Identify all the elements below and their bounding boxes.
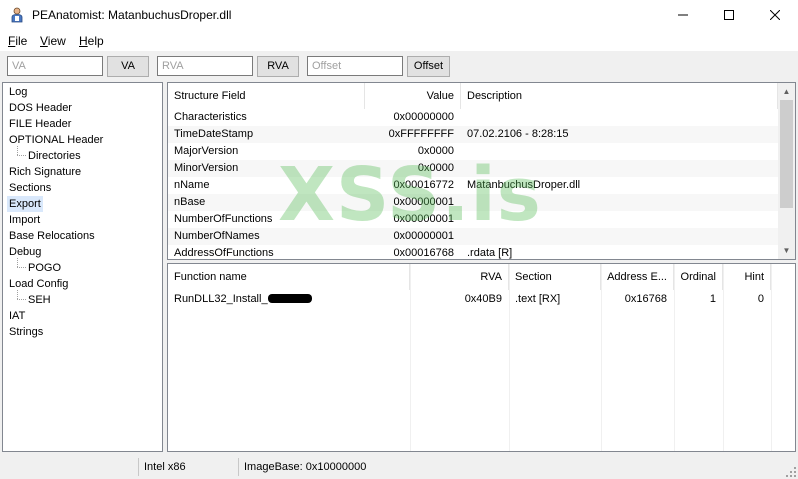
- close-icon: [770, 10, 780, 20]
- scroll-up-icon[interactable]: ▲: [778, 83, 795, 100]
- offset-input[interactable]: Offset: [307, 56, 403, 76]
- table-row[interactable]: nBase 0x00000001: [168, 194, 778, 211]
- column-header-section[interactable]: Section: [509, 264, 601, 290]
- tree-connector: [17, 146, 18, 155]
- redaction-mark: [267, 294, 312, 303]
- table-row[interactable]: Characteristics 0x00000000: [168, 109, 778, 126]
- menu-file[interactable]: File: [8, 34, 27, 48]
- table-row[interactable]: TimeDateStamp 0xFFFFFFFF 07.02.2106 - 8:…: [168, 126, 778, 143]
- column-header-address[interactable]: Address E...: [601, 264, 674, 290]
- menu-view[interactable]: View: [40, 34, 66, 48]
- table-row[interactable]: MajorVersion 0x0000: [168, 143, 778, 160]
- function-name: RunDLL32_Install_: [174, 293, 268, 305]
- column-header-value[interactable]: Value: [365, 83, 461, 109]
- tree-item-dos-header[interactable]: DOS Header: [7, 100, 74, 116]
- tree-item-optional-header[interactable]: OPTIONAL Header: [7, 132, 105, 148]
- tree-item-seh[interactable]: SEH: [26, 292, 53, 308]
- scroll-down-icon[interactable]: ▼: [778, 242, 795, 259]
- tree-connector: [17, 155, 26, 156]
- tree-item-log[interactable]: Log: [7, 84, 29, 100]
- function-hint: 0: [757, 293, 764, 305]
- tree-item-import[interactable]: Import: [7, 212, 42, 228]
- offset-button[interactable]: Offset: [407, 56, 450, 77]
- tree-item-base-relocations[interactable]: Base Relocations: [7, 228, 97, 244]
- function-ordinal: 1: [709, 293, 716, 305]
- column-header-hint[interactable]: Hint: [723, 264, 771, 290]
- resize-grip-icon[interactable]: [786, 467, 796, 477]
- tree-item-sections[interactable]: Sections: [7, 180, 53, 196]
- window-title: PEAnatomist: MatanbuchusDroper.dll: [32, 8, 232, 22]
- tree-item-strings[interactable]: Strings: [7, 324, 45, 340]
- structure-tree[interactable]: Log DOS Header FILE Header OPTIONAL Head…: [2, 82, 163, 452]
- table-row[interactable]: MinorVersion 0x0000: [168, 160, 778, 177]
- status-bar: Intel x86 ImageBase: 0x10000000: [0, 455, 798, 479]
- minimize-icon: [678, 14, 688, 16]
- maximize-icon: [724, 10, 734, 20]
- minimize-button[interactable]: [660, 0, 706, 30]
- address-toolbar: VA VA RVA RVA Offset Offset: [0, 51, 798, 81]
- rva-input[interactable]: RVA: [157, 56, 253, 76]
- column-header-structure-field[interactable]: Structure Field: [168, 83, 365, 109]
- maximize-button[interactable]: [706, 0, 752, 30]
- table-row[interactable]: AddressOfFunctions 0x00016768 .rdata [R]: [168, 245, 778, 259]
- function-section: .text [RX]: [515, 293, 561, 305]
- column-divider: [771, 264, 772, 451]
- function-address: 0x16768: [624, 293, 667, 305]
- status-divider: [238, 458, 239, 476]
- export-functions-list[interactable]: Function name RVA Section Address E... O…: [167, 263, 796, 452]
- title-bar: PEAnatomist: MatanbuchusDroper.dll: [0, 0, 798, 30]
- tree-item-debug[interactable]: Debug: [7, 244, 43, 260]
- tree-connector: [17, 290, 18, 299]
- close-button[interactable]: [752, 0, 798, 30]
- structure-fields-list[interactable]: Structure Field Value Description Charac…: [167, 82, 796, 260]
- status-architecture: Intel x86: [144, 461, 186, 473]
- tree-item-rich-signature[interactable]: Rich Signature: [7, 164, 83, 180]
- tree-connector: [17, 258, 18, 267]
- menu-bar: File View Help: [0, 30, 798, 51]
- table-row[interactable]: NumberOfFunctions 0x00000001: [168, 211, 778, 228]
- tree-connector: [17, 299, 26, 300]
- tree-item-pogo[interactable]: POGO: [26, 260, 63, 276]
- tree-item-export[interactable]: Export: [7, 196, 43, 212]
- menu-help[interactable]: Help: [79, 34, 104, 48]
- table-row[interactable]: NumberOfNames 0x00000001: [168, 228, 778, 245]
- status-image-base: ImageBase: 0x10000000: [244, 461, 367, 473]
- scroll-thumb[interactable]: [780, 100, 793, 208]
- app-person-icon: [11, 7, 23, 23]
- column-header-ordinal[interactable]: Ordinal: [674, 264, 723, 290]
- rva-button[interactable]: RVA: [257, 56, 299, 77]
- tree-item-iat[interactable]: IAT: [7, 308, 27, 324]
- table-row[interactable]: RunDLL32_Install_ 0x40B9 .text [RX] 0x16…: [168, 291, 771, 308]
- va-button[interactable]: VA: [107, 56, 149, 77]
- column-header-function-name[interactable]: Function name: [168, 264, 410, 290]
- vertical-scrollbar[interactable]: ▲ ▼: [778, 83, 795, 259]
- column-header-rva[interactable]: RVA: [410, 264, 509, 290]
- tree-connector: [17, 267, 26, 268]
- table-row[interactable]: nName 0x00016772 MatanbuchusDroper.dll: [168, 177, 778, 194]
- column-header-description[interactable]: Description: [461, 83, 778, 109]
- va-input[interactable]: VA: [7, 56, 103, 76]
- status-divider: [138, 458, 139, 476]
- tree-item-directories[interactable]: Directories: [26, 148, 83, 164]
- function-rva: 0x40B9: [464, 293, 502, 305]
- tree-item-file-header[interactable]: FILE Header: [7, 116, 73, 132]
